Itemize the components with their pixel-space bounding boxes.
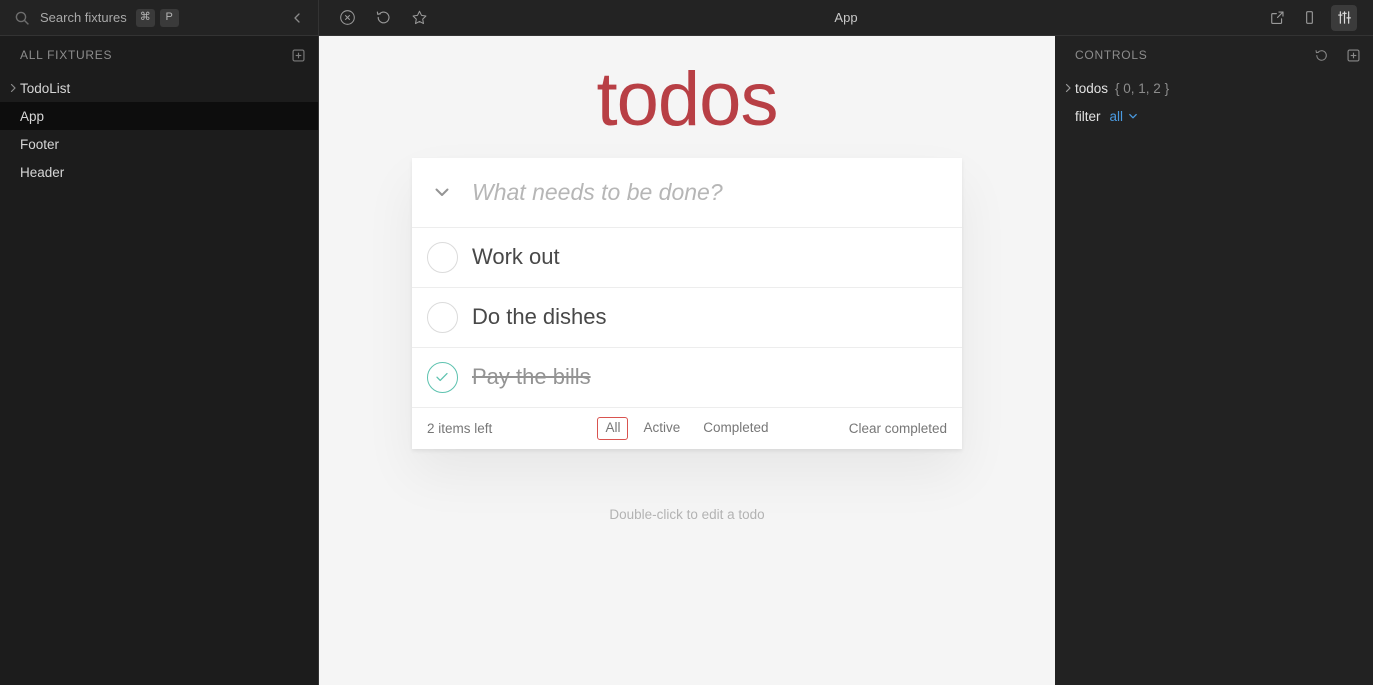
checkbox-checked-icon	[426, 361, 458, 393]
clear-completed-button[interactable]: Clear completed	[849, 421, 947, 436]
page-title: App	[834, 10, 858, 25]
control-value: { 0, 1, 2 }	[1115, 80, 1170, 96]
filter-all[interactable]: All	[597, 416, 629, 440]
sliders-icon[interactable]	[1331, 4, 1357, 31]
kbd-command: ⌘	[135, 8, 155, 27]
checkbox-unchecked-icon	[426, 301, 458, 333]
todo-label: Pay the bills	[472, 364, 591, 390]
todo-toggle[interactable]	[412, 348, 472, 407]
controls-panel: CONTROLS todos {0, 1, 2} filter all	[1055, 36, 1373, 685]
todo-toggle[interactable]	[412, 228, 472, 287]
kbd-p: P	[159, 8, 179, 27]
chevron-right-icon[interactable]	[1062, 74, 1074, 102]
controls-title: CONTROLS	[1075, 48, 1148, 62]
reload-icon[interactable]	[373, 8, 393, 28]
new-todo-input[interactable]	[472, 178, 962, 206]
preview-stage: todos What needs to be done? Work out Do…	[319, 36, 1055, 685]
sidebar-item-label: Footer	[20, 136, 60, 152]
sidebar-item-header[interactable]: Header	[0, 158, 318, 186]
sidebar-item-app[interactable]: App	[0, 102, 318, 130]
sidebar-item-label: TodoList	[20, 80, 71, 96]
todo-list: Work out Do the dishes Pay the bills	[412, 228, 962, 408]
toolbar: App	[319, 0, 1373, 35]
todo-label: Do the dishes	[472, 304, 607, 330]
toolbar-left-icons	[329, 8, 429, 28]
chevron-left-icon[interactable]	[286, 7, 308, 29]
control-value-select[interactable]: all	[1110, 109, 1124, 124]
todos-card: Work out Do the dishes	[412, 157, 962, 463]
search-bar[interactable]: Search fixtures ⌘ P	[0, 0, 319, 35]
search-input[interactable]: Search fixtures	[40, 10, 127, 25]
sidebar: ALL FIXTURES TodoList App Footer Header	[0, 36, 319, 685]
todo-label: Work out	[472, 244, 560, 270]
sidebar-item-label: App	[20, 108, 45, 124]
chevron-down-icon[interactable]	[1127, 110, 1139, 122]
square-plus-icon[interactable]	[288, 45, 308, 65]
todomvc-app: todos What needs to be done? Work out Do…	[319, 36, 1055, 522]
items-left-count: 2 items left	[427, 420, 493, 436]
chevron-right-icon[interactable]	[7, 74, 19, 102]
controls-header: CONTROLS	[1055, 36, 1373, 74]
control-row-todos[interactable]: todos { 0, 1, 2 }	[1055, 74, 1373, 102]
sidebar-item-label: Header	[20, 164, 65, 180]
todo-item[interactable]: Work out	[412, 228, 962, 288]
filter-active[interactable]: Active	[635, 417, 688, 440]
sidebar-section-header: ALL FIXTURES	[0, 36, 318, 74]
toolbar-right-icons	[1267, 4, 1363, 31]
body: ALL FIXTURES TodoList App Footer Header …	[0, 36, 1373, 685]
close-circle-icon[interactable]	[337, 8, 357, 28]
app-root: Search fixtures ⌘ P App ALL FIXTURES Tod…	[0, 0, 1373, 685]
star-icon[interactable]	[409, 8, 429, 28]
new-todo-row	[412, 158, 962, 228]
control-key: todos	[1075, 80, 1109, 96]
search-icon	[14, 10, 30, 26]
filter-completed[interactable]: Completed	[695, 417, 776, 440]
search-shortcut: ⌘ P	[135, 8, 179, 27]
control-row-filter[interactable]: filter all	[1055, 102, 1373, 130]
todo-item[interactable]: Pay the bills	[412, 348, 962, 408]
todo-toggle[interactable]	[412, 288, 472, 347]
square-plus-icon[interactable]	[1343, 45, 1363, 65]
todo-footer: 2 items left All Active Completed Clear …	[412, 408, 962, 449]
sidebar-item-todolist[interactable]: TodoList	[0, 74, 318, 102]
sidebar-item-footer[interactable]: Footer	[0, 130, 318, 158]
controls-actions	[1311, 45, 1363, 65]
top-bar: Search fixtures ⌘ P App	[0, 0, 1373, 36]
todo-item[interactable]: Do the dishes	[412, 288, 962, 348]
external-link-icon[interactable]	[1267, 8, 1287, 28]
reset-icon[interactable]	[1311, 45, 1331, 65]
device-icon[interactable]	[1299, 8, 1319, 28]
chevron-down-icon[interactable]	[412, 158, 472, 227]
sidebar-section-title: ALL FIXTURES	[20, 48, 113, 62]
checkbox-unchecked-icon	[426, 241, 458, 273]
edit-hint: Double-click to edit a todo	[609, 506, 765, 522]
control-key: filter	[1075, 108, 1101, 124]
todos-heading: todos	[596, 57, 779, 142]
